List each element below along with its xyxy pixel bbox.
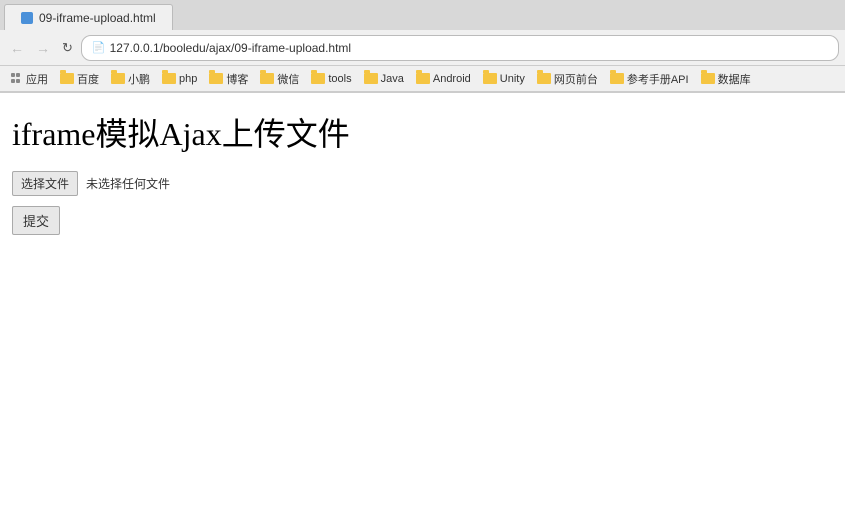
- bookmark-webfront-label: 网页前台: [554, 71, 598, 87]
- folder-icon-boke: [209, 73, 223, 84]
- bookmark-android[interactable]: Android: [411, 71, 476, 87]
- tab-label: 09-iframe-upload.html: [39, 11, 156, 25]
- page-icon: 📄: [92, 41, 106, 54]
- bookmark-baidu[interactable]: 百度: [55, 69, 104, 89]
- forward-button[interactable]: →: [32, 39, 54, 57]
- bookmark-unity-label: Unity: [500, 73, 525, 85]
- address-input[interactable]: [110, 41, 828, 55]
- browser-tab[interactable]: 09-iframe-upload.html: [4, 4, 173, 30]
- bookmark-tools-label: tools: [328, 73, 351, 85]
- bookmark-xiaoneng[interactable]: 小鹏: [106, 69, 155, 89]
- page-content: iframe模拟Ajax上传文件 选择文件 未选择任何文件 提交: [0, 93, 845, 508]
- bookmark-java[interactable]: Java: [359, 71, 409, 87]
- bookmark-weixin-label: 微信: [277, 71, 299, 87]
- bookmark-webfront[interactable]: 网页前台: [532, 69, 603, 89]
- bookmark-android-label: Android: [433, 73, 471, 85]
- folder-icon-database: [701, 73, 715, 84]
- file-no-selected-label: 未选择任何文件: [86, 175, 170, 192]
- bookmark-tools[interactable]: tools: [306, 71, 356, 87]
- bookmark-php[interactable]: php: [157, 71, 202, 87]
- bookmark-refapi-label: 参考手册API: [627, 71, 689, 87]
- folder-icon-refapi: [610, 73, 624, 84]
- bookmarks-bar: 应用 百度 小鹏 php 博客 微信 tools: [0, 66, 845, 92]
- bookmark-boke-label: 博客: [226, 71, 248, 87]
- nav-bar: ← → ↻ 📄: [0, 30, 845, 66]
- browser-chrome: 09-iframe-upload.html ← → ↻ 📄 应用 百度 小鹏: [0, 0, 845, 93]
- address-bar-container: 📄: [81, 35, 839, 61]
- bookmark-database[interactable]: 数据库: [696, 69, 756, 89]
- file-upload-row: 选择文件 未选择任何文件: [12, 171, 833, 196]
- folder-icon-php: [162, 73, 176, 84]
- page-title: iframe模拟Ajax上传文件: [12, 109, 833, 155]
- bookmark-database-label: 数据库: [718, 71, 751, 87]
- bookmark-weixin[interactable]: 微信: [255, 69, 304, 89]
- bookmark-xiaoneng-label: 小鹏: [128, 71, 150, 87]
- folder-icon-java: [364, 73, 378, 84]
- folder-icon-unity: [483, 73, 497, 84]
- bookmark-refapi[interactable]: 参考手册API: [605, 69, 694, 89]
- bookmark-apps[interactable]: 应用: [6, 69, 53, 89]
- bookmark-php-label: php: [179, 73, 197, 85]
- folder-icon-xiaoneng: [111, 73, 125, 84]
- bookmark-boke[interactable]: 博客: [204, 69, 253, 89]
- reload-button[interactable]: ↻: [58, 39, 77, 56]
- file-choose-button[interactable]: 选择文件: [12, 171, 78, 196]
- folder-icon-webfront: [537, 73, 551, 84]
- submit-button[interactable]: 提交: [12, 206, 60, 235]
- apps-icon: [11, 73, 23, 85]
- bookmark-baidu-label: 百度: [77, 71, 99, 87]
- bookmark-java-label: Java: [381, 73, 404, 85]
- tab-favicon: [21, 12, 33, 24]
- folder-icon-weixin: [260, 73, 274, 84]
- folder-icon-android: [416, 73, 430, 84]
- back-button[interactable]: ←: [6, 39, 28, 57]
- bookmark-unity[interactable]: Unity: [478, 71, 530, 87]
- tab-bar: 09-iframe-upload.html: [0, 0, 845, 30]
- bookmark-apps-label: 应用: [26, 71, 48, 87]
- folder-icon-tools: [311, 73, 325, 84]
- folder-icon-baidu: [60, 73, 74, 84]
